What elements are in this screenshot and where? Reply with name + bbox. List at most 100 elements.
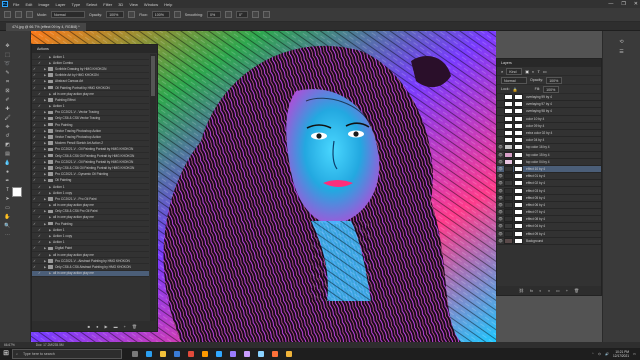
path-select-tool-icon[interactable]: ➤ xyxy=(4,196,11,203)
visibility-eye-icon[interactable]: 👁 xyxy=(497,239,504,243)
dialog-toggle[interactable] xyxy=(43,252,48,257)
pressure-size-icon[interactable] xyxy=(251,11,259,18)
layer-thumbnail[interactable] xyxy=(504,108,513,115)
brush-tool-icon[interactable]: 🖌 xyxy=(4,115,11,122)
new-group-icon[interactable]: ▭ xyxy=(556,288,560,293)
taskbar-firefox-icon[interactable] xyxy=(268,348,282,360)
stop-icon[interactable]: ■ xyxy=(88,324,90,329)
check-icon[interactable]: ✓ xyxy=(32,160,37,164)
layer-thumbnail[interactable] xyxy=(504,201,513,208)
eyedropper-tool-icon[interactable]: ✐ xyxy=(4,97,11,104)
check-icon[interactable]: ✓ xyxy=(37,61,42,65)
check-icon[interactable]: ✓ xyxy=(32,209,37,213)
link-layers-icon[interactable]: ⛓ xyxy=(519,288,524,293)
layer-mask-thumbnail[interactable] xyxy=(514,94,523,101)
lasso-tool-icon[interactable]: ➰ xyxy=(4,61,11,68)
check-icon[interactable]: ✓ xyxy=(32,141,37,145)
taskbar-media-encoder-icon[interactable] xyxy=(254,348,268,360)
zoom-tool-icon[interactable]: 🔍 xyxy=(4,223,11,230)
network-icon[interactable]: ⌬ xyxy=(598,352,601,356)
zoom-level[interactable]: 66.67% xyxy=(4,343,15,347)
layer-thumbnail[interactable] xyxy=(504,144,513,151)
layer-mask-thumbnail[interactable] xyxy=(514,130,523,137)
healing-tool-icon[interactable]: ✚ xyxy=(4,106,11,113)
dialog-toggle[interactable] xyxy=(38,135,43,140)
visibility-eye-icon[interactable]: 👁 xyxy=(497,174,504,178)
brush-preset-icon[interactable] xyxy=(15,11,22,18)
layer-thumbnail[interactable] xyxy=(504,187,513,194)
gradient-tool-icon[interactable]: ▤ xyxy=(4,151,11,158)
layer-mask-thumbnail[interactable] xyxy=(514,165,523,172)
visibility-eye-icon[interactable]: 👁 xyxy=(497,145,504,149)
actions-scrollbar[interactable] xyxy=(150,54,156,321)
history-panel-icon[interactable]: ⟲ xyxy=(618,39,625,46)
layer-mask-thumbnail[interactable] xyxy=(514,115,523,122)
minimize-icon[interactable]: — xyxy=(608,1,613,7)
visibility-eye-icon[interactable]: 👁 xyxy=(497,224,504,228)
layer-thumbnail[interactable] xyxy=(504,216,513,223)
menu-item-filter[interactable]: Filter xyxy=(103,2,112,7)
layer-mask-thumbnail[interactable] xyxy=(514,108,523,115)
layer-thumbnail[interactable] xyxy=(504,165,513,172)
dialog-toggle[interactable] xyxy=(38,153,43,158)
check-icon[interactable]: ✓ xyxy=(32,259,37,263)
smoothing-field[interactable]: 0% xyxy=(206,11,221,18)
layer-thumbnail[interactable] xyxy=(504,122,513,129)
check-icon[interactable]: ✓ xyxy=(32,98,37,102)
taskbar-premiere-icon[interactable] xyxy=(226,348,240,360)
shape-tool-icon[interactable]: ▭ xyxy=(4,205,11,212)
check-icon[interactable]: ✓ xyxy=(37,191,42,195)
dialog-toggle[interactable] xyxy=(43,240,48,245)
notifications-icon[interactable]: ▭ xyxy=(633,352,636,356)
layer-row[interactable]: color 09 by 4 xyxy=(497,122,601,130)
layer-row[interactable]: 👁 effect 04 by 4 xyxy=(497,223,601,231)
action-row[interactable]: ✓ ▶ all in one play action play me xyxy=(32,270,149,277)
visibility-eye-icon[interactable]: 👁 xyxy=(497,217,504,221)
dialog-toggle[interactable] xyxy=(38,264,43,269)
check-icon[interactable]: ✓ xyxy=(32,79,37,83)
layer-thumbnail[interactable] xyxy=(504,230,513,237)
dialog-toggle[interactable] xyxy=(38,141,43,146)
blur-tool-icon[interactable]: 💧 xyxy=(4,160,11,167)
opacity-field[interactable]: 100% xyxy=(106,11,125,18)
check-icon[interactable]: ✓ xyxy=(32,265,37,269)
check-icon[interactable]: ✓ xyxy=(37,253,42,257)
check-icon[interactable]: ✓ xyxy=(32,222,37,226)
layer-mask-thumbnail[interactable] xyxy=(514,230,523,237)
layer-mask-thumbnail[interactable] xyxy=(514,201,523,208)
foreground-color-swatch[interactable] xyxy=(12,187,22,197)
check-icon[interactable]: ✓ xyxy=(37,203,42,207)
layer-mask-thumbnail[interactable] xyxy=(514,209,523,216)
dialog-toggle[interactable] xyxy=(38,159,43,164)
check-icon[interactable]: ✓ xyxy=(37,271,42,275)
angle-field[interactable]: 0° xyxy=(235,11,248,18)
check-icon[interactable]: ✓ xyxy=(32,110,37,114)
brush-settings-icon[interactable] xyxy=(26,11,33,18)
dialog-toggle[interactable] xyxy=(38,165,43,170)
hand-tool-icon[interactable]: ✋ xyxy=(4,214,11,221)
dialog-toggle[interactable] xyxy=(43,104,48,109)
layer-row[interactable]: extra color 02 by 4 xyxy=(497,130,601,138)
eraser-tool-icon[interactable]: ◩ xyxy=(4,142,11,149)
dialog-toggle[interactable] xyxy=(43,234,48,239)
layer-mask-thumbnail[interactable] xyxy=(514,101,523,108)
layer-row[interactable]: color 04 by 4 xyxy=(497,137,601,145)
check-icon[interactable]: ✓ xyxy=(37,104,42,108)
menu-item-edit[interactable]: Edit xyxy=(25,2,32,7)
dialog-toggle[interactable] xyxy=(38,172,43,177)
taskbar-chrome-icon[interactable] xyxy=(184,348,198,360)
menu-item-3d[interactable]: 3D xyxy=(118,2,123,7)
dialog-toggle[interactable] xyxy=(38,209,43,214)
layer-thumbnail[interactable] xyxy=(504,130,513,137)
new-action-icon[interactable]: + xyxy=(124,324,126,329)
layer-mask-thumbnail[interactable] xyxy=(514,122,523,129)
flow-field[interactable]: 100% xyxy=(151,11,170,18)
frame-tool-icon[interactable]: ⊠ xyxy=(4,88,11,95)
check-icon[interactable]: ✓ xyxy=(37,55,42,59)
layer-mask-thumbnail[interactable] xyxy=(514,180,523,187)
close-icon[interactable]: ✕ xyxy=(634,1,638,7)
check-icon[interactable]: ✓ xyxy=(37,234,42,238)
check-icon[interactable]: ✓ xyxy=(32,129,37,133)
check-icon[interactable]: ✓ xyxy=(32,135,37,139)
check-icon[interactable]: ✓ xyxy=(37,92,42,96)
